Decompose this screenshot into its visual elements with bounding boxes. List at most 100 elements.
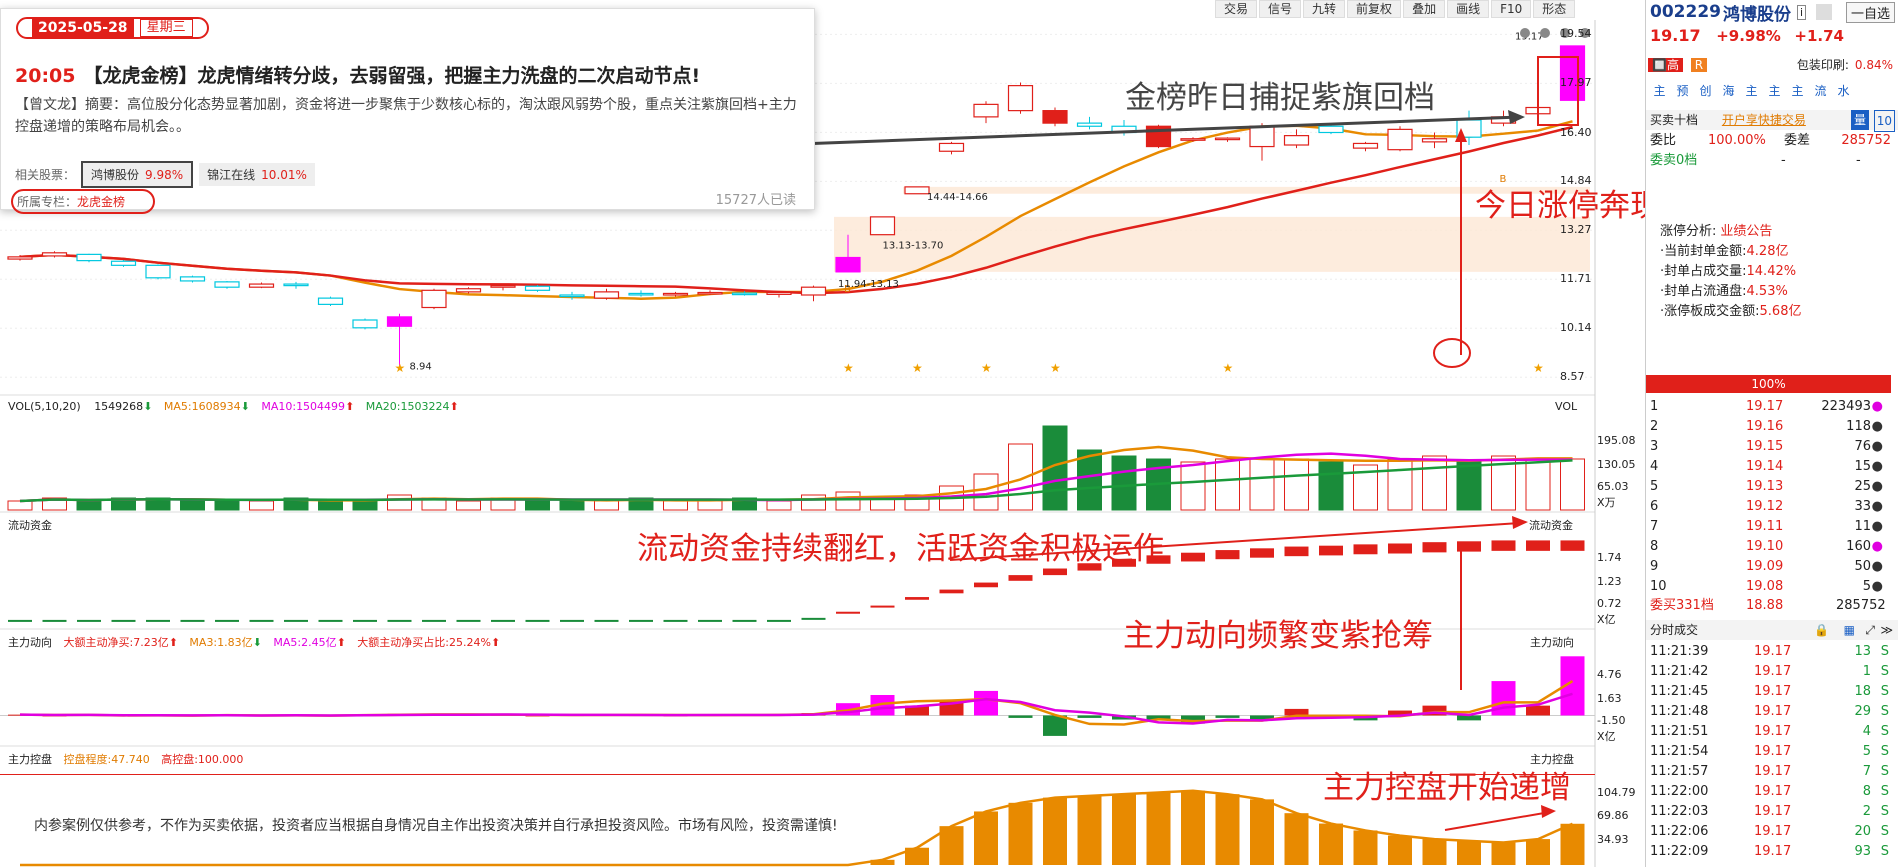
toolbar-item-2[interactable]: 九转 [1303, 0, 1346, 18]
trade-side: S [1880, 844, 1889, 859]
volume-bar [663, 500, 688, 511]
function-icon-7[interactable]: 流 [1811, 82, 1830, 100]
main-header: 主力动向 大额主动净买:7.23亿⬆ MA3:1.83亿⬇ MA5:2.45亿⬆… [8, 636, 501, 649]
kline-chart-area[interactable]: ★ ★ ★ ★ ★ ★ ★ B B 8.94 11.94-13.13 13.13-13.70 14.44… [0, 0, 1645, 867]
toolbar-item-3[interactable]: 前复权 [1347, 0, 1402, 18]
limit-item-2: ·封单占成交量:14.42% [1660, 262, 1898, 282]
sell-row: 委卖0档 - - [1646, 152, 1898, 170]
related-stock-2[interactable]: 锦江在线 10.01% [199, 163, 315, 186]
bid-level: 9 [1650, 559, 1659, 574]
control-bar [1319, 823, 1343, 865]
orderbook-header: 买卖十档 开户享快捷交易 量 10 [1646, 110, 1898, 132]
related-stock-1[interactable]: 鸿博股份 9.98% [81, 161, 194, 188]
news-reads: 15727人已读 [715, 193, 796, 208]
control-bar [1560, 823, 1585, 865]
control-bar [1146, 792, 1171, 865]
candle [1249, 125, 1275, 148]
candle [593, 291, 620, 299]
control-bar [1008, 802, 1033, 865]
info-icon[interactable]: i [1796, 4, 1807, 20]
bid-row[interactable]: 3 19.15 76 ● [1646, 437, 1891, 457]
flow-bar [1043, 568, 1067, 576]
bid-row[interactable]: 1 19.17 223493 ● [1646, 397, 1891, 417]
bid-dot-icon: ● [1871, 479, 1883, 494]
volume-bar [525, 500, 550, 511]
toolbar-item-7[interactable]: 形态 [1533, 0, 1576, 18]
volume-bar [1318, 461, 1344, 511]
column-label: 所属专栏： [17, 195, 78, 209]
toolbar-item-0[interactable]: 交易 [1215, 0, 1258, 18]
toolbar-item-5[interactable]: 画线 [1447, 0, 1490, 18]
bid-row[interactable]: 2 19.16 118 ● [1646, 417, 1891, 437]
function-icon-0[interactable]: 主 [1650, 82, 1669, 100]
function-icon-4[interactable]: 主 [1742, 82, 1761, 100]
flow-bar [767, 619, 791, 622]
candle [386, 316, 413, 327]
ctrl-header: 主力控盘 控盘程度:47.740 高控盘:100.000 [8, 751, 243, 767]
vol-ma10: MA10:1504499 [261, 400, 346, 413]
bid-row[interactable]: 7 19.11 11 ● [1646, 517, 1891, 537]
flow-header: 流动资金 [8, 519, 52, 532]
bid-volume: 76 [1854, 439, 1871, 454]
candle [869, 216, 896, 236]
news-column[interactable]: 所属专栏：龙虎金榜 [11, 189, 156, 214]
open-account-link[interactable]: 开户享快捷交易 [1722, 113, 1806, 127]
lock-icon[interactable]: 🔒 [1814, 620, 1829, 640]
star-icon: ★ [395, 361, 406, 375]
grid-icon[interactable]: ▦ [1844, 620, 1855, 640]
main-ratio: 大额主动净买占比:25.24% [357, 636, 491, 649]
bid-dot-icon: ● [1871, 419, 1883, 434]
limit-item-3-value: 4.53% [1746, 284, 1788, 299]
bid-level: 1 [1650, 399, 1659, 414]
trades-header: 分时成交 🔒 ▦ ⤢ ≫ [1646, 620, 1898, 640]
limit-reason[interactable]: 业绩公告 [1720, 224, 1772, 239]
function-icon-5[interactable]: 主 [1765, 82, 1784, 100]
toolbar-item-6[interactable]: F10 [1491, 0, 1532, 18]
control-bar [1491, 842, 1516, 865]
bid-row[interactable]: 5 19.13 25 ● [1646, 477, 1891, 497]
quote-panel[interactable]: 002229 鸿博股份 i 一自选 19.17 +9.98% +1.74 🔲高 … [1645, 0, 1898, 867]
price-mark-label: 8.94 [410, 362, 432, 373]
function-icon-2[interactable]: 创 [1696, 82, 1715, 100]
control-bar [1077, 795, 1102, 865]
volume-toggle[interactable]: 量 [1850, 110, 1869, 130]
add-watchlist-button[interactable]: 一自选 [1845, 2, 1895, 23]
volume-bar [214, 500, 240, 511]
flow-bar [1422, 542, 1447, 553]
toolbar-item-1[interactable]: 信号 [1259, 0, 1302, 18]
bid-row[interactable]: 8 19.10 160 ● [1646, 537, 1891, 557]
toolbar-item-4[interactable]: 叠加 [1403, 0, 1446, 18]
trade-row: 11:21:51 19.17 4 S [1646, 722, 1898, 742]
sell-b: - [1856, 153, 1861, 168]
star-icon: ★ [912, 361, 923, 375]
flow-bar [594, 619, 619, 622]
candle [904, 186, 930, 195]
function-icon-8[interactable]: 水 [1834, 82, 1853, 100]
candle [1283, 135, 1310, 146]
flow-bar [77, 619, 101, 622]
bid-level: 3 [1650, 439, 1659, 454]
news-title[interactable]: 20:05 【龙虎金榜】龙虎情绪转分歧，去弱留强，把握主力洗盘的二次启动节点! [15, 61, 700, 88]
bid-row[interactable]: 9 19.09 50 ● [1646, 557, 1891, 577]
control-bar [1250, 799, 1274, 865]
levels-toggle[interactable]: 10 [1873, 110, 1895, 132]
flow-bar [629, 619, 653, 622]
volume-bar [249, 500, 274, 511]
bid-price: 19.12 [1746, 499, 1784, 514]
bid-volume: 15 [1854, 459, 1871, 474]
flow-bar [939, 589, 964, 594]
function-icon-3[interactable]: 海 [1719, 82, 1738, 100]
trade-volume: 29 [1854, 704, 1871, 719]
news-card[interactable]: 2025-05-28 星期三 20:05 【龙虎金榜】龙虎情绪转分歧，去弱留强，把… [0, 8, 815, 214]
bid-dot-icon: ● [1871, 439, 1883, 454]
function-icon-6[interactable]: 主 [1788, 82, 1807, 100]
bell-icon[interactable] [1816, 4, 1833, 20]
bid-row[interactable]: 4 19.14 15 ● [1646, 457, 1891, 477]
bid-row[interactable]: 10 19.08 5 ● [1646, 577, 1891, 597]
function-icon-1[interactable]: 预 [1673, 82, 1692, 100]
control-bar [1353, 830, 1378, 865]
control-bar [1181, 790, 1205, 865]
more-icon[interactable]: ≫ [1880, 620, 1893, 640]
bid-row[interactable]: 6 19.12 33 ● [1646, 497, 1891, 517]
expand-icon[interactable]: ⤢ [1865, 620, 1875, 640]
